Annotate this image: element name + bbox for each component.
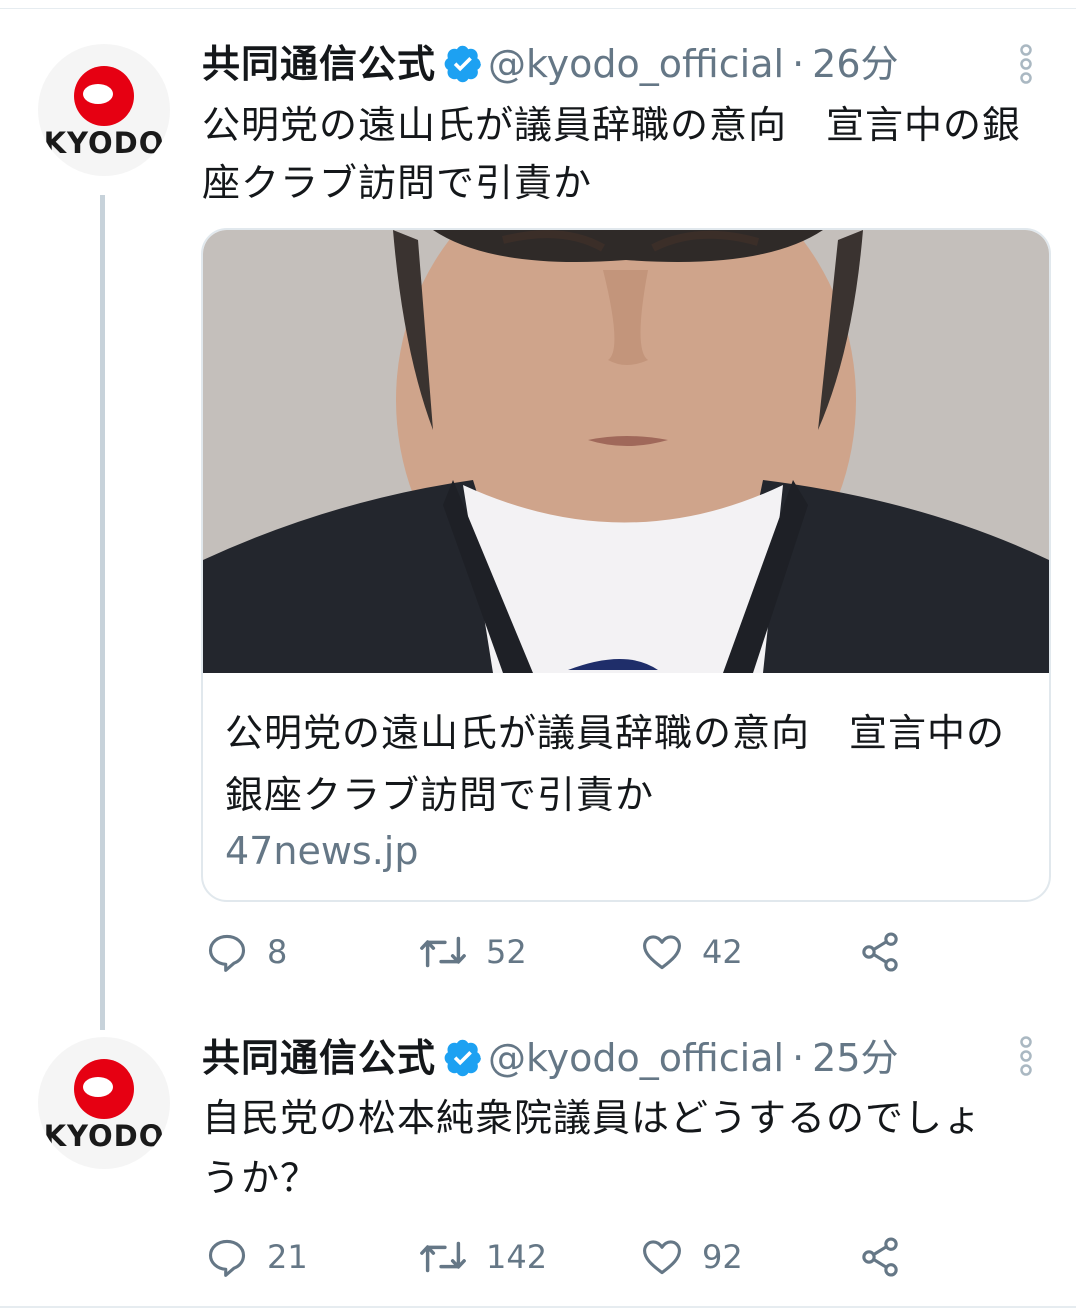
like-count: 42 [702,933,743,971]
handle[interactable]: @kyodo_official [488,1036,784,1080]
thread-connector-line [100,195,105,1030]
verified-badge-icon [444,42,482,98]
share-icon [862,932,898,972]
separator-dot: · [792,42,805,86]
retweet-count: 142 [486,1238,548,1276]
like-icon [643,935,681,970]
link-card[interactable]: 公明党の遠山氏が議員辞職の意向 宣言中の銀座クラブ訪問で引責か 47news.j… [201,228,1051,902]
timestamp[interactable]: 26分 [812,42,898,86]
more-options-icon[interactable] [1016,1036,1036,1080]
retweet-icon [420,1241,466,1273]
like-count: 92 [702,1238,743,1276]
card-domain: 47news.jp [225,829,419,873]
tweet-1[interactable]: KYODO 共同通信公式 @kyodo_official · 26分 公明党の遠山氏が… [0,0,1076,1030]
avatar[interactable]: KYODO [38,44,170,176]
avatar-label: KYODO [43,126,165,160]
retweet-button[interactable]: 52 [418,922,527,982]
card-photo [203,230,1049,673]
tweet-actions: 21 142 92 [0,1227,1076,1287]
reply-button[interactable]: 21 [205,1227,308,1287]
like-button[interactable]: 42 [640,922,743,982]
display-name[interactable]: 共同通信公式 [202,42,436,86]
display-name[interactable]: 共同通信公式 [202,1036,436,1080]
more-options-icon[interactable] [1016,44,1036,88]
share-button[interactable] [858,922,902,982]
tweet-text: 公明党の遠山氏が議員辞職の意向 宣言中の銀座クラブ訪問で引責か [202,103,1022,205]
retweet-count: 52 [486,933,527,971]
avatar-label: KYODO [43,1119,165,1153]
bottom-divider [0,1306,1076,1308]
reply-count: 21 [267,1238,308,1276]
handle[interactable]: @kyodo_official [488,42,784,86]
reply-icon [208,934,246,972]
tweet-text: 自民党の松本純衆院議員はどうするのでしょうか？ [202,1096,983,1200]
retweet-icon [420,936,466,968]
share-button[interactable] [858,1227,902,1287]
share-icon [862,1237,898,1277]
tweet-actions: 8 52 42 [0,922,1076,982]
verified-badge-icon [444,1036,482,1092]
retweet-button[interactable]: 142 [418,1227,547,1287]
tweet-header: 共同通信公式 @kyodo_official · 25分 [202,1030,899,1086]
avatar[interactable]: KYODO [38,1037,170,1169]
separator-dot: · [792,1036,805,1080]
reply-count: 8 [267,933,288,971]
timestamp[interactable]: 25分 [812,1036,898,1080]
tweet-2[interactable]: KYODO 共同通信公式 @kyodo_official · 25分 自民党の松本純衆… [0,1030,1076,1306]
reply-icon [208,1239,246,1277]
tweet-header: 共同通信公式 @kyodo_official · 26分 [202,36,899,92]
like-button[interactable]: 92 [640,1227,743,1287]
like-icon [643,1240,681,1275]
reply-button[interactable]: 8 [205,922,287,982]
card-title: 公明党の遠山氏が議員辞職の意向 宣言中の銀座クラブ訪問で引責か [225,711,1006,817]
